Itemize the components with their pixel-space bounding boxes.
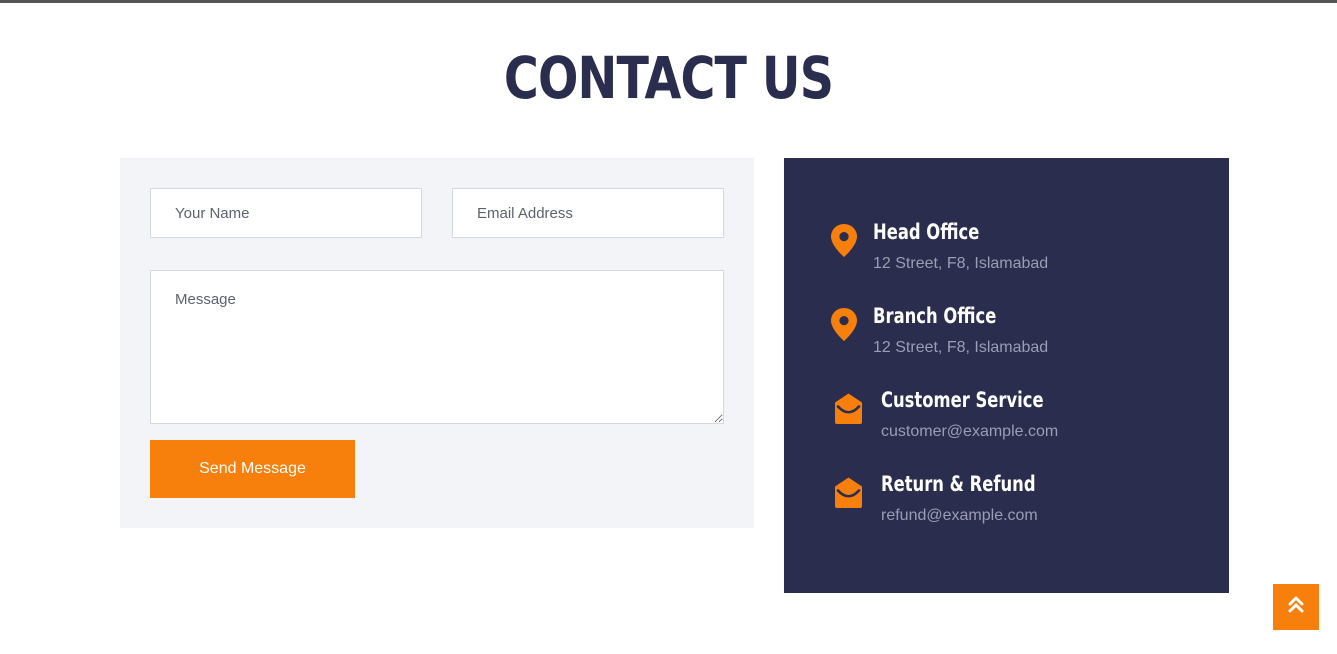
info-text: customer@example.com	[881, 423, 1059, 440]
send-message-button[interactable]: Send Message	[150, 440, 355, 498]
info-title: Branch Office	[873, 304, 997, 328]
top-divider	[0, 0, 1337, 3]
contact-info-panel: Head Office 12 Street, F8, Islamabad Bra…	[784, 158, 1229, 593]
email-input[interactable]	[452, 188, 724, 238]
envelope-open-icon	[832, 476, 865, 514]
map-pin-icon	[831, 224, 857, 262]
info-title: Return & Refund	[881, 472, 1036, 496]
map-pin-icon	[831, 308, 857, 346]
scroll-to-top-button[interactable]	[1273, 584, 1319, 630]
name-input[interactable]	[150, 188, 422, 238]
double-chevron-up-icon	[1288, 596, 1304, 619]
info-title: Head Office	[873, 220, 980, 244]
page-title: CONTACT US	[503, 44, 834, 112]
contact-form: Send Message	[120, 158, 754, 528]
info-text: 12 Street, F8, Islamabad	[873, 339, 1049, 356]
envelope-open-icon	[832, 392, 865, 430]
info-text: refund@example.com	[881, 507, 1038, 524]
info-title: Customer Service	[881, 388, 1044, 412]
message-textarea[interactable]	[150, 270, 724, 424]
info-text: 12 Street, F8, Islamabad	[873, 255, 1049, 272]
